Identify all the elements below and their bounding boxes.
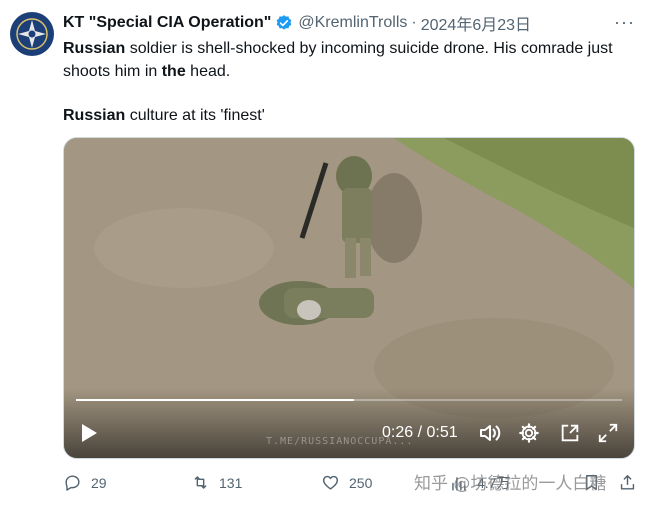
like-button[interactable]: 250 — [321, 473, 372, 492]
fullscreen-button[interactable] — [595, 420, 621, 446]
gear-icon — [519, 423, 539, 443]
tweet-paragraph-1: Russian soldier is shell-shocked by inco… — [63, 37, 633, 83]
handle[interactable]: @KremlinTrolls — [298, 14, 407, 32]
fullscreen-icon — [598, 423, 618, 443]
retweet-icon — [194, 476, 207, 489]
settings-button[interactable] — [516, 420, 542, 446]
volume-icon — [480, 425, 501, 441]
progress-bar[interactable] — [76, 399, 622, 401]
text-bold-the: the — [161, 63, 186, 80]
avatar[interactable] — [10, 12, 54, 56]
share-button[interactable] — [618, 473, 637, 492]
retweet-button[interactable]: 131 — [191, 473, 242, 492]
video-player[interactable]: 0:26 / 0:51 T.ME/RUSSIANOCCUPA... — [63, 137, 635, 459]
tweet-header: KT "Special CIA Operation" @KremlinTroll… — [63, 12, 639, 34]
picture-in-picture-icon — [561, 424, 579, 442]
tweet-date[interactable]: 2024年6月23日 — [421, 11, 531, 35]
video-watermark: T.ME/RUSSIANOCCUPA... — [266, 436, 414, 447]
retweet-count: 131 — [219, 474, 243, 491]
play-button[interactable] — [76, 420, 102, 446]
volume-button[interactable] — [477, 420, 503, 446]
text-bold-russian: Russian — [63, 40, 126, 57]
reply-icon — [65, 475, 80, 491]
text-segment: soldier is shell-shocked by incoming sui… — [63, 40, 613, 80]
verified-badge-icon[interactable] — [275, 14, 293, 32]
separator-dot: · — [411, 14, 417, 31]
progress-fill — [76, 399, 355, 401]
text-segment-end: head. — [185, 63, 231, 80]
more-options-icon[interactable]: ··· — [614, 12, 635, 33]
tweet-text: Russian soldier is shell-shocked by inco… — [63, 37, 633, 127]
text-segment-2: culture at its 'finest' — [125, 107, 265, 124]
zhihu-watermark: 知乎 @坊德拉的一人白糖 — [414, 474, 607, 494]
display-name[interactable]: KT "Special CIA Operation" — [63, 14, 271, 32]
like-count: 250 — [349, 474, 373, 491]
play-icon — [82, 424, 97, 442]
pip-button[interactable] — [557, 420, 583, 446]
emblem-icon — [12, 14, 52, 54]
heart-icon — [322, 475, 339, 490]
tweet-paragraph-2: Russian culture at its 'finest' — [63, 104, 633, 127]
share-icon — [620, 475, 635, 490]
reply-button[interactable]: 29 — [63, 473, 107, 492]
reply-count: 29 — [91, 474, 107, 491]
text-bold-russian-2: Russian — [63, 107, 126, 124]
